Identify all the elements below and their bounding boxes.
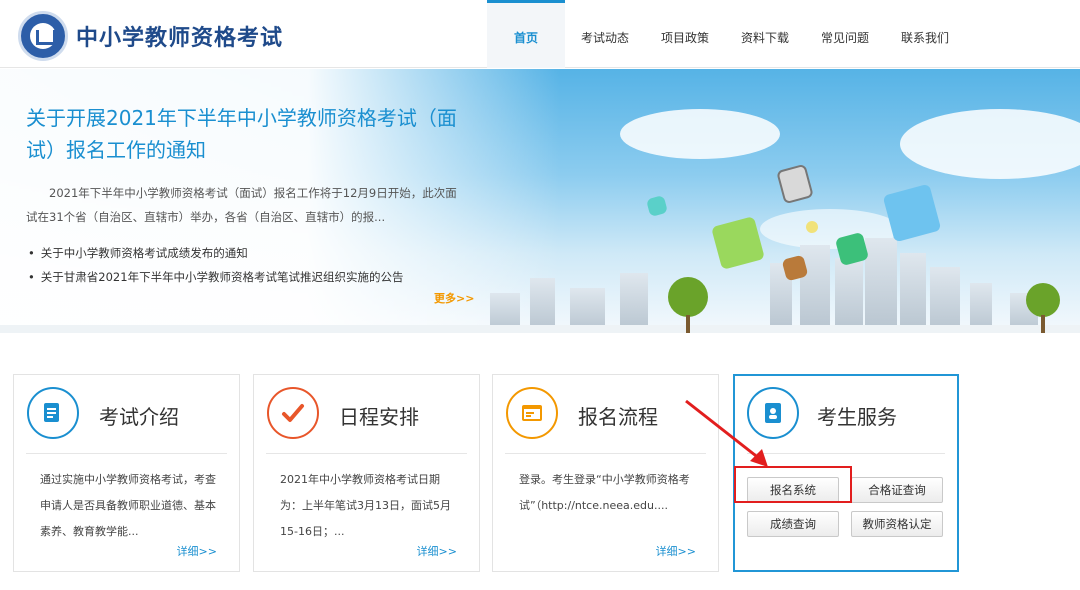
ground [0, 325, 1080, 333]
divider [26, 453, 227, 454]
cloud [620, 109, 780, 159]
city-skyline-image [470, 233, 1080, 333]
nav-downloads[interactable]: 资料下载 [725, 0, 805, 68]
card-schedule: 日程安排 2021年中小学教师资格考试日期为：上半年笔试3月13日，面试5月15… [253, 374, 480, 572]
card-more-link[interactable]: 详细>> [417, 543, 457, 559]
document-edit-icon [27, 387, 79, 439]
checkmark-icon [267, 387, 319, 439]
nav-contact[interactable]: 联系我们 [885, 0, 965, 68]
banner-news-list: 关于中小学教师资格考试成绩发布的通知 关于甘肃省2021年下半年中小学教师资格考… [28, 241, 404, 289]
card-title[interactable]: 报名流程 [578, 401, 658, 430]
card-more-link[interactable]: 详细>> [656, 543, 696, 559]
banner-summary: 2021年下半年中小学教师资格考试（面试）报名工作将于12月9日开始，此次面试在… [26, 186, 457, 224]
arrow-icon [685, 399, 768, 467]
site-title[interactable]: 中小学教师资格考试 [76, 20, 283, 52]
header: 中小学教师资格考试 首页 考试动态 项目政策 资料下载 常见问题 联系我们 [0, 0, 1080, 68]
banner: 关于开展2021年下半年中小学教师资格考试（面试）报名工作的通知 2021年下半… [0, 69, 1080, 333]
browser-window-icon [506, 387, 558, 439]
tree-trunk [1041, 315, 1045, 333]
card-title[interactable]: 考生服务 [817, 401, 897, 430]
card-title[interactable]: 日程安排 [339, 401, 419, 430]
tree-trunk [686, 315, 690, 333]
card-text: 登录。考生登录“中小学教师资格考试”（http://ntce.neea.edu.… [519, 473, 690, 512]
score-query-button[interactable]: 成绩查询 [747, 511, 839, 537]
banner-title[interactable]: 关于开展2021年下半年中小学教师资格考试（面试）报名工作的通知 [26, 102, 466, 166]
card-text: 2021年中小学教师资格考试日期为：上半年笔试3月13日，面试5月15-16日；… [280, 473, 451, 538]
tree-image [1026, 283, 1060, 317]
news-link[interactable]: 关于中小学教师资格考试成绩发布的通知 [28, 241, 404, 265]
site-logo-icon[interactable] [18, 11, 68, 61]
nav-faq[interactable]: 常见问题 [805, 0, 885, 68]
news-link[interactable]: 关于甘肃省2021年下半年中小学教师资格考试笔试推迟组织实施的公告 [28, 265, 404, 289]
divider [266, 453, 467, 454]
cloud [900, 109, 1080, 179]
certificate-query-button[interactable]: 合格证查询 [851, 477, 943, 503]
divider [505, 453, 706, 454]
floating-cube-icon [776, 163, 814, 205]
banner-more-link[interactable]: 更多>> [434, 290, 474, 306]
card-title[interactable]: 考试介绍 [99, 401, 179, 430]
nav-home[interactable]: 首页 [487, 0, 565, 68]
floating-cube-icon [645, 194, 669, 218]
card-text: 通过实施中小学教师资格考试，考查申请人是否具备教师职业道德、基本素养、教育教学能… [40, 473, 216, 538]
nav-policy[interactable]: 项目政策 [645, 0, 725, 68]
card-exam-intro: 考试介绍 通过实施中小学教师资格考试，考查申请人是否具备教师职业道德、基本素养、… [13, 374, 240, 572]
main-nav: 首页 考试动态 项目政策 资料下载 常见问题 联系我们 [487, 0, 965, 68]
tree-image [668, 277, 708, 317]
card-more-link[interactable]: 详细>> [177, 543, 217, 559]
teacher-certification-button[interactable]: 教师资格认定 [851, 511, 943, 537]
nav-exam-news[interactable]: 考试动态 [565, 0, 645, 68]
